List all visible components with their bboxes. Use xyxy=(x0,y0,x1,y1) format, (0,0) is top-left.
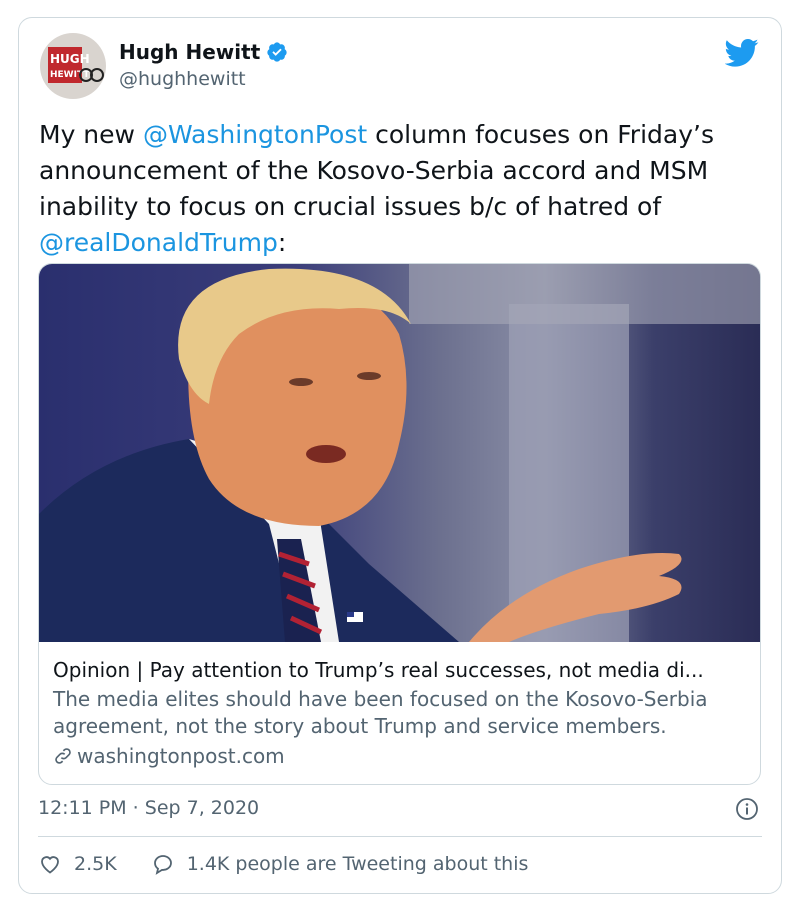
mention-washingtonpost[interactable]: @WashingtonPost xyxy=(143,120,367,149)
tweet-actions: 2.5K 1.4K people are Tweeting about this xyxy=(38,852,528,876)
link-preview-image[interactable] xyxy=(39,264,760,642)
link-domain-row[interactable]: washingtonpost.com xyxy=(53,742,743,770)
link-domain[interactable]: washingtonpost.com xyxy=(77,742,285,770)
tweet-text: My new @WashingtonPost column focuses on… xyxy=(39,117,769,261)
mention-realdonaldtrump[interactable]: @realDonaldTrump xyxy=(39,228,278,257)
link-description: The media elites should have been focuse… xyxy=(53,687,708,738)
conversation-text: 1.4K people are Tweeting about this xyxy=(186,853,529,875)
tweet-text-prefix: My new xyxy=(39,120,143,149)
verified-badge-icon xyxy=(267,42,287,62)
heart-icon xyxy=(41,856,59,874)
svg-text:HUGH: HUGH xyxy=(50,52,90,66)
like-button[interactable]: 2.5K xyxy=(38,852,117,876)
avatar[interactable]: HUGH HEWITT xyxy=(40,33,106,99)
link-preview-card[interactable]: Opinion | Pay attention to Trump’s real … xyxy=(38,263,761,785)
link-title[interactable]: Opinion | Pay attention to Trump’s real … xyxy=(53,656,743,684)
chat-bubble-icon xyxy=(153,855,172,875)
author-name[interactable]: Hugh Hewitt xyxy=(119,40,260,64)
info-icon[interactable] xyxy=(735,797,759,821)
link-preview-meta[interactable]: Opinion | Pay attention to Trump’s real … xyxy=(53,656,743,770)
twitter-bird-icon[interactable] xyxy=(725,38,759,68)
article-photo xyxy=(39,264,760,642)
svg-text:HEWITT: HEWITT xyxy=(50,70,90,80)
tweet-timestamp[interactable]: 12:11 PM · Sep 7, 2020 xyxy=(38,797,259,819)
author-handle[interactable]: @hughhewitt xyxy=(119,68,246,90)
author-name-row[interactable]: Hugh Hewitt xyxy=(119,40,288,64)
tweet-card[interactable]: HUGH HEWITT Hugh Hewitt @hughhewitt My n… xyxy=(18,17,782,894)
like-count: 2.5K xyxy=(74,853,117,875)
tweet-text-suffix: : xyxy=(277,228,287,257)
avatar-logo: HUGH HEWITT xyxy=(48,47,104,83)
divider xyxy=(38,836,762,837)
conversation-button[interactable]: 1.4K people are Tweeting about this xyxy=(151,852,529,876)
link-icon xyxy=(55,748,71,764)
